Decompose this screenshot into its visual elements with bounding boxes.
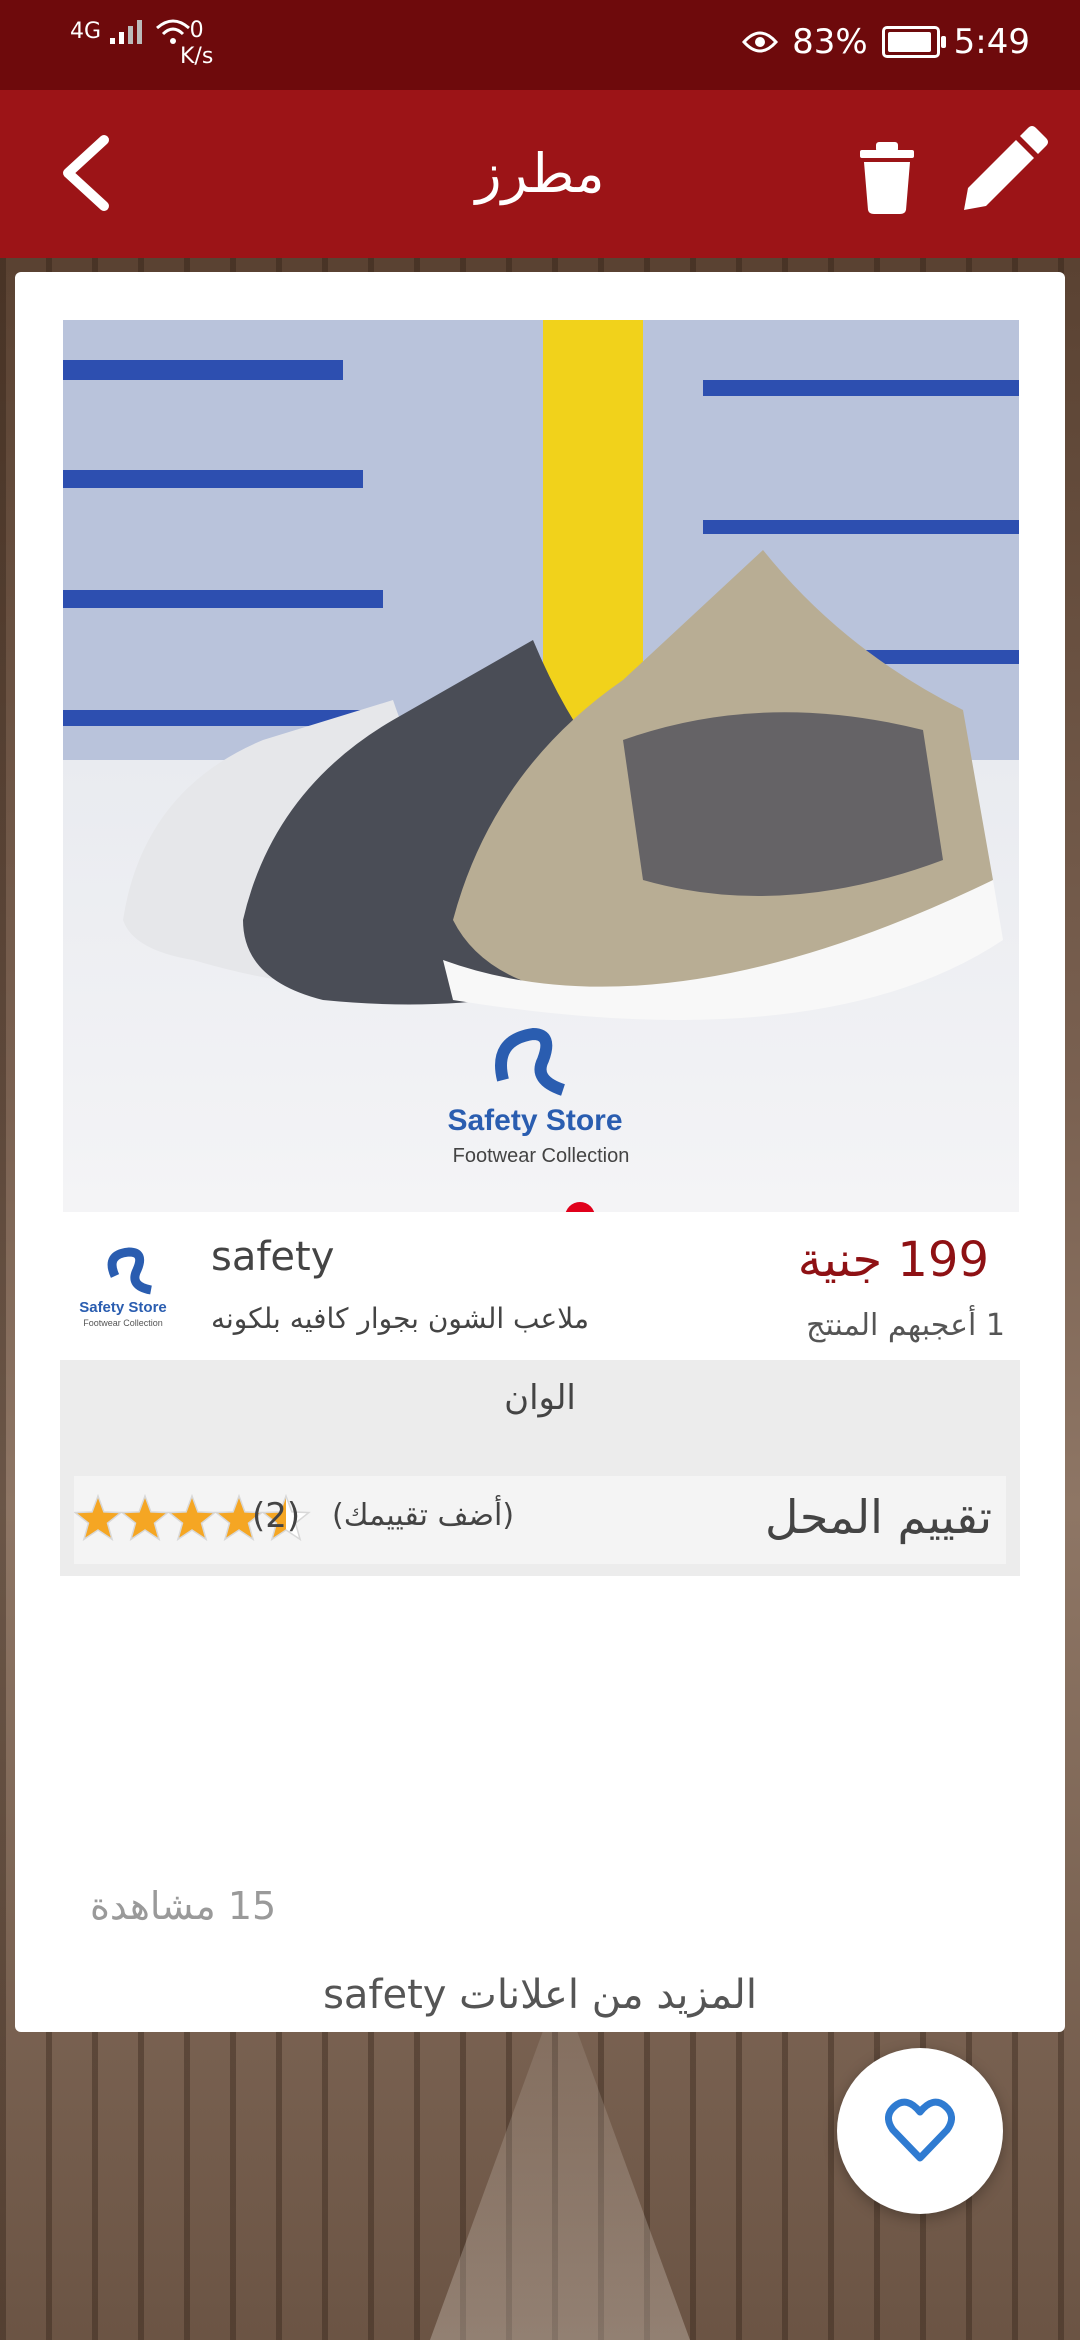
background-road xyxy=(430,2020,690,2340)
heart-icon xyxy=(885,2098,955,2162)
likes-count: 1 أعجبهم المنتج xyxy=(806,1308,1005,1343)
battery-percent: 83% xyxy=(792,22,868,62)
image-brand-subtext: Footwear Collection xyxy=(453,1145,630,1167)
network-indicator: 4G xyxy=(70,18,191,46)
product-price: 199 جنية xyxy=(797,1232,989,1288)
add-rating-link[interactable]: (أضف تقييمك) xyxy=(332,1498,514,1533)
seller-logo-subtext: Footwear Collection xyxy=(83,1318,163,1328)
star-icon[interactable] xyxy=(120,1493,170,1542)
product-info: Safety Store Footwear Collection safety … xyxy=(63,1230,1019,1343)
favorite-button[interactable] xyxy=(837,2048,1003,2214)
eye-icon xyxy=(742,31,779,53)
signal-icon xyxy=(110,20,143,44)
edit-pencil-icon[interactable] xyxy=(950,124,1050,224)
status-bar: 4G 0 K/s 83% 5:49 xyxy=(0,0,1080,90)
details-panel: الوان (2) (أضف تقييمك) تقييم المحل xyxy=(60,1360,1020,1576)
store-rating-row: (2) (أضف تقييمك) تقييم المحل xyxy=(73,1476,1006,1564)
seller-logo[interactable]: Safety Store Footwear Collection xyxy=(75,1242,195,1332)
clock: 5:49 xyxy=(953,22,1030,62)
product-photo-drawing: Safety Store Footwear Collection xyxy=(63,320,1019,1212)
colors-label: الوان xyxy=(504,1378,576,1418)
product-card: Safety Store Footwear Collection Safety … xyxy=(15,272,1065,2214)
rating-count: (2) xyxy=(252,1496,301,1536)
status-right: 83% 5:49 xyxy=(742,22,1030,62)
seller-address: ملاعب الشون بجوار كافيه بلكونه xyxy=(211,1302,589,1335)
trash-icon[interactable] xyxy=(852,136,922,216)
product-image[interactable]: Safety Store Footwear Collection xyxy=(63,320,1019,1212)
views-count: 15 مشاهدة xyxy=(90,1884,277,1928)
seller-name[interactable]: safety xyxy=(211,1234,334,1280)
seller-logo-text: Safety Store xyxy=(79,1299,167,1316)
store-rating-title: تقييم المحل xyxy=(765,1490,992,1544)
speed-value: 0 xyxy=(189,18,204,43)
app-bar: مطرز xyxy=(0,90,1080,258)
star-icon[interactable] xyxy=(167,1493,217,1542)
star-icon[interactable] xyxy=(73,1493,123,1542)
network-speed: 0 K/s xyxy=(180,18,213,70)
speed-unit: K/s xyxy=(180,44,214,69)
battery-icon xyxy=(881,26,946,58)
image-brand-text: Safety Store xyxy=(447,1104,622,1137)
network-label: 4G xyxy=(70,19,102,44)
more-from-seller[interactable]: المزيد من اعلانات safety xyxy=(15,1972,1065,2018)
